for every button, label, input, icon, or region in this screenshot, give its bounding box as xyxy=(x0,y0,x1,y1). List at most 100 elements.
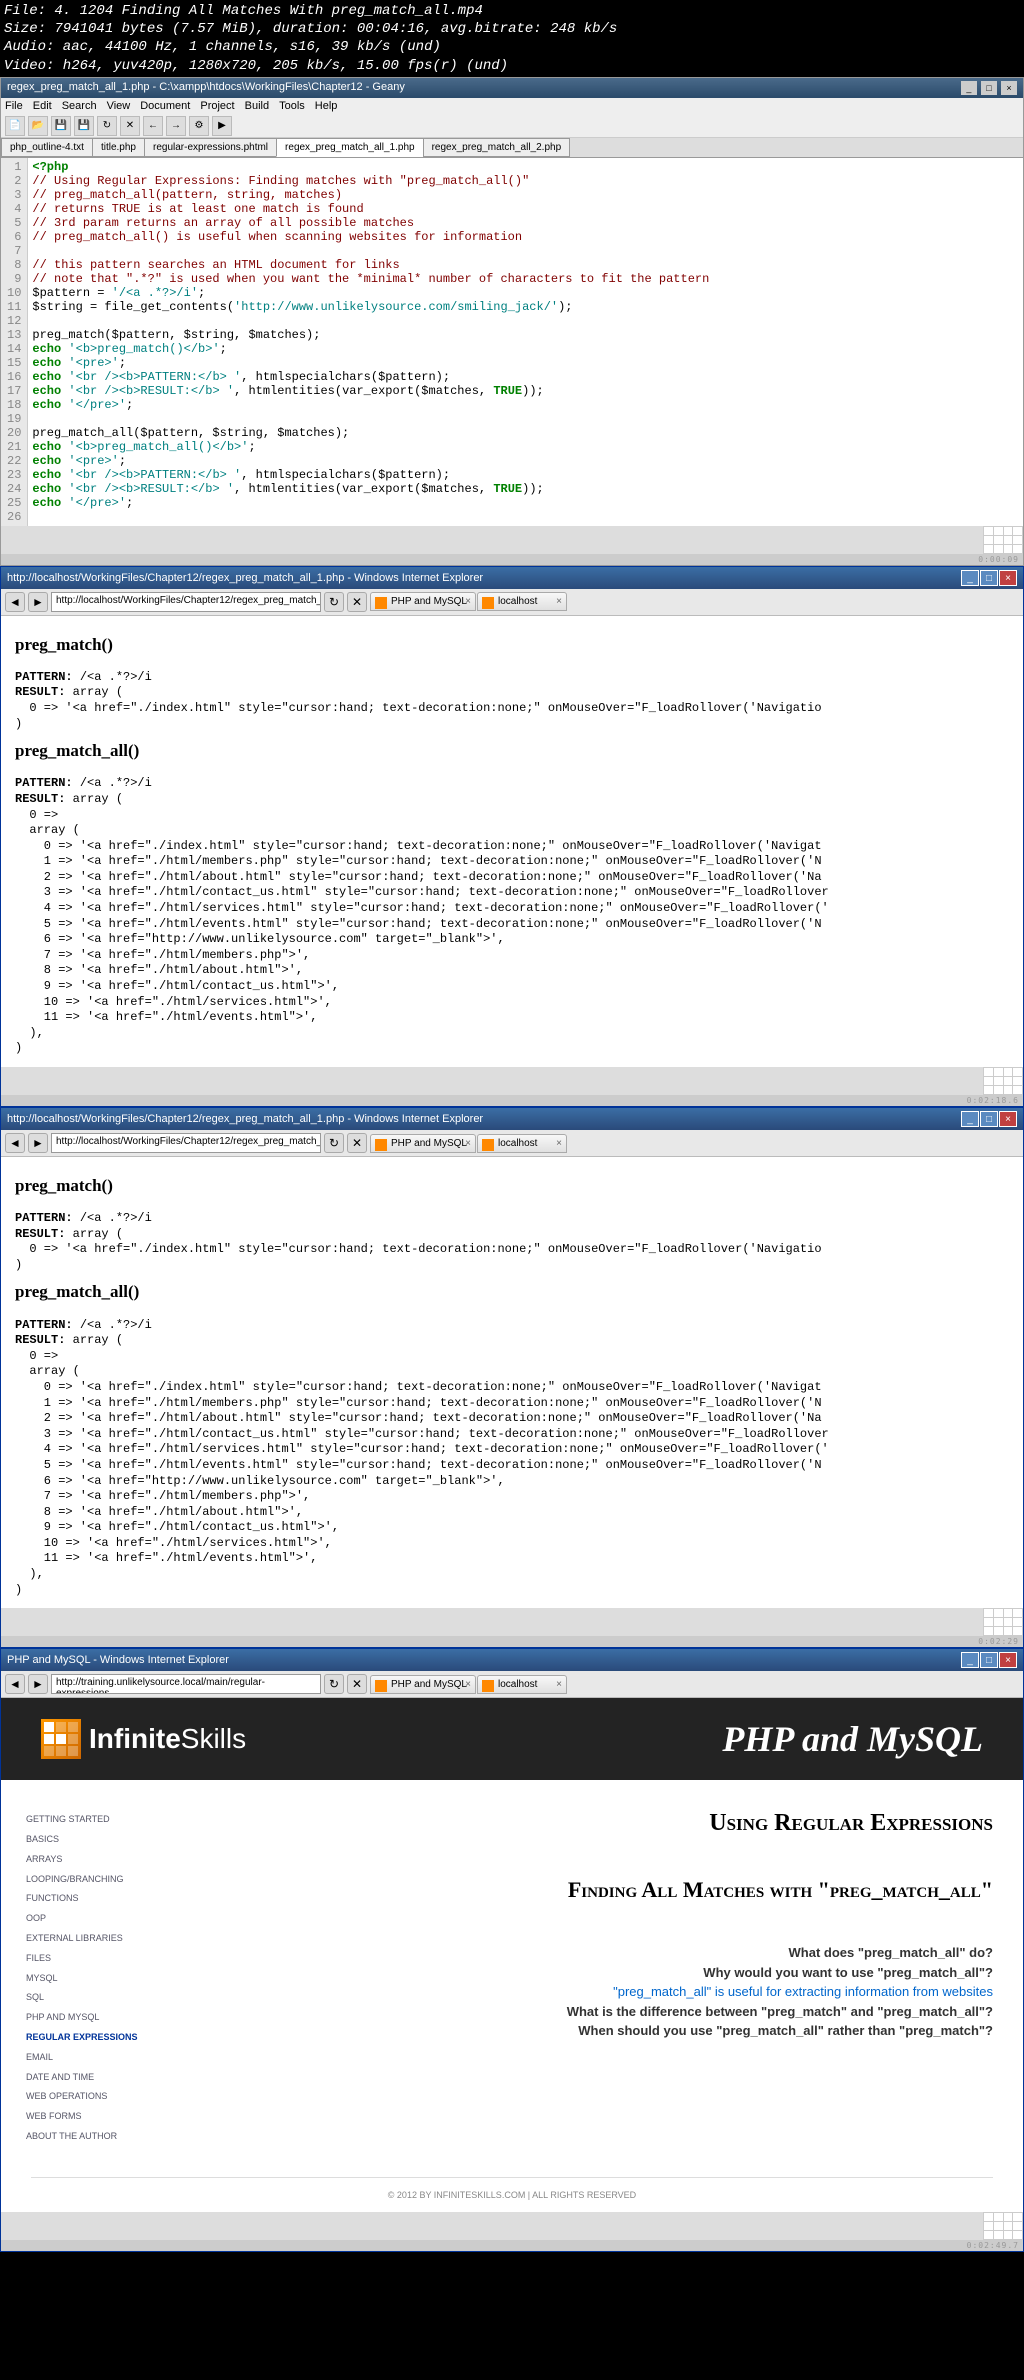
open-file-icon[interactable]: 📂 xyxy=(28,116,48,136)
ie-titlebar[interactable]: http://localhost/WorkingFiles/Chapter12/… xyxy=(1,1108,1023,1130)
geany-title-text: regex_preg_match_all_1.php - C:\xampp\ht… xyxy=(7,81,405,95)
nav-item[interactable]: PHP and MySQL xyxy=(26,2008,161,2028)
back-button[interactable]: ◄ xyxy=(5,592,25,612)
new-file-icon[interactable]: 📄 xyxy=(5,116,25,136)
editor-tab[interactable]: regex_preg_match_all_2.php xyxy=(423,138,571,157)
minimize-button[interactable]: _ xyxy=(961,81,977,95)
tab-close-icon[interactable]: × xyxy=(556,1679,562,1690)
run-icon[interactable]: ▶ xyxy=(212,116,232,136)
tab-close-icon[interactable]: × xyxy=(556,596,562,607)
editor-tab[interactable]: title.php xyxy=(92,138,145,157)
nav-item[interactable]: Getting Started xyxy=(26,1810,161,1830)
back-icon[interactable]: ← xyxy=(143,116,163,136)
menu-project[interactable]: Project xyxy=(200,100,234,112)
forward-button[interactable]: ► xyxy=(28,1674,48,1694)
stop-button[interactable]: ✕ xyxy=(347,1133,367,1153)
maximize-button[interactable]: □ xyxy=(980,570,998,586)
nav-item[interactable]: Regular Expressions xyxy=(26,2028,161,2048)
training-page: InfiniteSkills PHP and MySQL Getting Sta… xyxy=(1,1698,1023,2212)
browser-tab[interactable]: localhost× xyxy=(477,1134,567,1153)
nav-item[interactable]: Web Forms xyxy=(26,2107,161,2127)
browser-tab[interactable]: PHP and MySQL× xyxy=(370,1675,476,1694)
save-icon[interactable]: 💾 xyxy=(51,116,71,136)
ie-navbar: ◄ ► http://training.unlikelysource.local… xyxy=(1,1671,1023,1698)
browser-tab[interactable]: PHP and MySQL× xyxy=(370,1134,476,1153)
address-bar[interactable]: http://training.unlikelysource.local/mai… xyxy=(51,1674,321,1694)
refresh-button[interactable]: ↻ xyxy=(324,1674,344,1694)
close-button[interactable]: × xyxy=(999,1111,1017,1127)
code-editor[interactable]: 1234567891011121314151617181920212223242… xyxy=(1,158,1023,526)
menu-build[interactable]: Build xyxy=(245,100,269,112)
nav-item[interactable]: OOP xyxy=(26,1909,161,1929)
menu-file[interactable]: File xyxy=(5,100,23,112)
close-button[interactable]: × xyxy=(999,570,1017,586)
nav-item[interactable]: SQL xyxy=(26,1988,161,2008)
tab-close-icon[interactable]: × xyxy=(556,1138,562,1149)
answer-link[interactable]: "preg_match_all" is useful for extractin… xyxy=(191,1982,993,2002)
browser-tab[interactable]: PHP and MySQL× xyxy=(370,592,476,611)
address-bar[interactable]: http://localhost/WorkingFiles/Chapter12/… xyxy=(51,1133,321,1153)
tab-close-icon[interactable]: × xyxy=(465,596,471,607)
code-area[interactable]: <?php// Using Regular Expressions: Findi… xyxy=(28,158,1023,526)
nav-item[interactable]: Looping/Branching xyxy=(26,1870,161,1890)
ie-titlebar[interactable]: PHP and MySQL - Windows Internet Explore… xyxy=(1,1649,1023,1671)
stop-button[interactable]: ✕ xyxy=(347,592,367,612)
minimize-button[interactable]: _ xyxy=(961,1111,979,1127)
minimize-button[interactable]: _ xyxy=(961,570,979,586)
video-line: Video: h264, yuv420p, 1280x720, 205 kb/s… xyxy=(4,57,1020,75)
stop-button[interactable]: ✕ xyxy=(347,1674,367,1694)
refresh-button[interactable]: ↻ xyxy=(324,1133,344,1153)
maximize-button[interactable]: □ xyxy=(980,1111,998,1127)
course-title: PHP and MySQL xyxy=(722,1718,983,1760)
timestamp: 0:02:29 xyxy=(1,1636,1023,1647)
menu-view[interactable]: View xyxy=(107,100,131,112)
menu-help[interactable]: Help xyxy=(315,100,338,112)
tab-close-icon[interactable]: × xyxy=(465,1679,471,1690)
ie-titlebar[interactable]: http://localhost/WorkingFiles/Chapter12/… xyxy=(1,567,1023,589)
nav-item[interactable]: Functions xyxy=(26,1889,161,1909)
editor-tab[interactable]: regex_preg_match_all_1.php xyxy=(276,138,424,157)
browser-tab[interactable]: localhost× xyxy=(477,592,567,611)
refresh-button[interactable]: ↻ xyxy=(324,592,344,612)
maximize-button[interactable]: □ xyxy=(981,81,997,95)
nav-item[interactable]: Web Operations xyxy=(26,2087,161,2107)
compile-icon[interactable]: ⚙ xyxy=(189,116,209,136)
pattern-label: PATTERN: xyxy=(15,1211,73,1225)
forward-icon[interactable]: → xyxy=(166,116,186,136)
pattern-label: PATTERN: xyxy=(15,670,73,684)
nav-item[interactable]: Basics xyxy=(26,1830,161,1850)
nav-item[interactable]: Date and Time xyxy=(26,2068,161,2088)
address-bar[interactable]: http://localhost/WorkingFiles/Chapter12/… xyxy=(51,592,321,612)
back-button[interactable]: ◄ xyxy=(5,1133,25,1153)
close-button[interactable]: × xyxy=(1001,81,1017,95)
maximize-button[interactable]: □ xyxy=(980,1652,998,1668)
geany-titlebar[interactable]: regex_preg_match_all_1.php - C:\xampp\ht… xyxy=(1,78,1023,98)
browser-tab[interactable]: localhost× xyxy=(477,1675,567,1694)
line-number-gutter: 1234567891011121314151617181920212223242… xyxy=(1,158,28,526)
menu-edit[interactable]: Edit xyxy=(33,100,52,112)
reload-icon[interactable]: ↻ xyxy=(97,116,117,136)
menu-search[interactable]: Search xyxy=(62,100,97,112)
back-button[interactable]: ◄ xyxy=(5,1674,25,1694)
save-all-icon[interactable]: 💾 xyxy=(74,116,94,136)
close-tab-icon[interactable]: ✕ xyxy=(120,116,140,136)
nav-item[interactable]: External Libraries xyxy=(26,1929,161,1949)
minimize-button[interactable]: _ xyxy=(961,1652,979,1668)
forward-button[interactable]: ► xyxy=(28,592,48,612)
nav-item[interactable]: MySQL xyxy=(26,1969,161,1989)
training-footer: © 2012 by InfiniteSkills.com | All right… xyxy=(31,2177,993,2212)
nav-item[interactable]: Email xyxy=(26,2048,161,2068)
menu-tools[interactable]: Tools xyxy=(279,100,305,112)
result-value-1: array ( 0 => '<a href="./index.html" sty… xyxy=(15,685,822,730)
nav-item[interactable]: Arrays xyxy=(26,1850,161,1870)
editor-tab[interactable]: regular-expressions.phtml xyxy=(144,138,277,157)
menu-document[interactable]: Document xyxy=(140,100,190,112)
editor-tab[interactable]: php_outline-4.txt xyxy=(1,138,93,157)
forward-button[interactable]: ► xyxy=(28,1133,48,1153)
tab-close-icon[interactable]: × xyxy=(465,1138,471,1149)
nav-item[interactable]: Files xyxy=(26,1949,161,1969)
ie-title-text: http://localhost/WorkingFiles/Chapter12/… xyxy=(7,572,483,584)
result-value-1: array ( 0 => '<a href="./index.html" sty… xyxy=(15,1227,822,1272)
close-button[interactable]: × xyxy=(999,1652,1017,1668)
nav-item[interactable]: About the Author xyxy=(26,2127,161,2147)
